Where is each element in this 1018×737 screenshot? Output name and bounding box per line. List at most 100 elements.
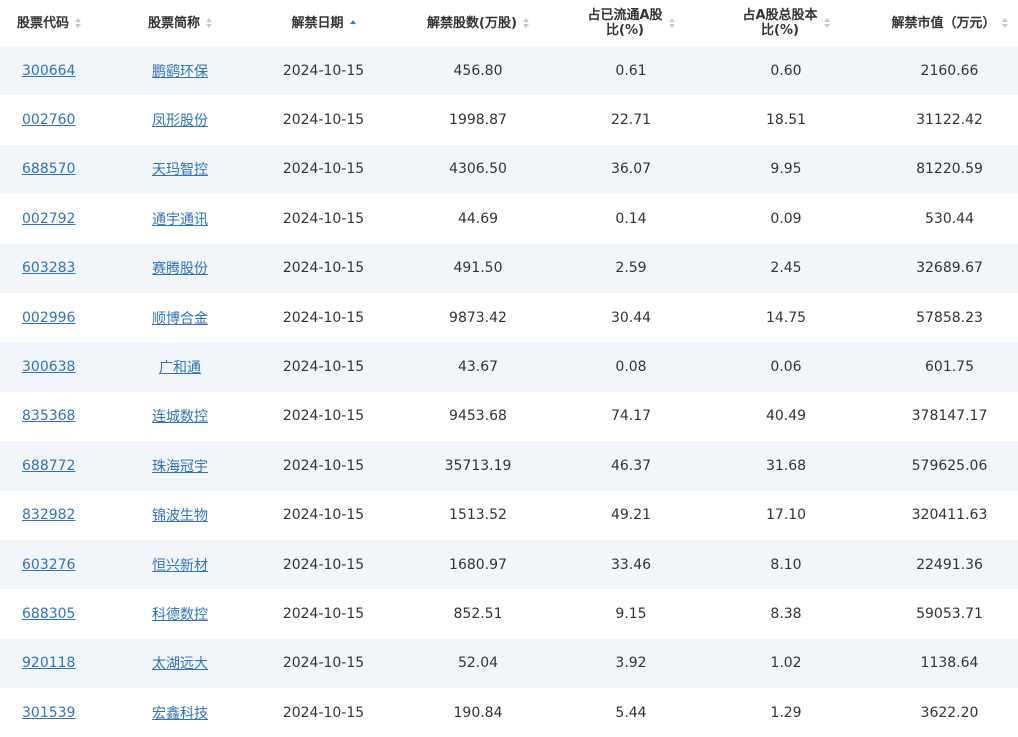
cell-stock-code: 835368 (0, 392, 98, 441)
cell-float-ratio: 5.44 (615, 704, 647, 721)
sort-arrows-icon[interactable] (823, 16, 830, 30)
cell-total-ratio: 14.75 (765, 309, 807, 326)
table-row: 920118 太湖远大 2024-10-15 52.04 3.92 1.02 1138.64 (0, 638, 1018, 689)
cell-stock-code: 002760 (0, 95, 98, 144)
cell-float-ratio: 30.44 (610, 309, 652, 326)
cell-total-ratio: 2.45 (770, 260, 802, 277)
cell-unlock-shares: 9453.68 (449, 408, 507, 425)
stock-code-link[interactable]: 920118 (22, 655, 75, 671)
table-row: 835368 连城数控 2024-10-15 9453.68 74.17 40.49 378… (0, 391, 1018, 442)
cell-float-ratio: 0.61 (615, 62, 647, 79)
column-header-unlock-shares[interactable]: 解禁股数(万股) (385, 0, 571, 46)
cell-unlock-value: 2160.66 (920, 62, 979, 79)
cell-unlock-shares: 491.50 (453, 260, 503, 277)
stock-name-link[interactable]: 凤形股份 (152, 113, 208, 129)
column-header-line: 占A股总股本 (742, 8, 818, 23)
sort-arrows-icon[interactable] (522, 16, 529, 30)
cell-stock-name: 顺博合金 (98, 293, 262, 342)
cell-stock-code: 002996 (0, 293, 98, 342)
table-row: 301539 宏鑫科技 2024-10-15 190.84 5.44 1.29 3622.2… (0, 688, 1018, 737)
stock-name-link[interactable]: 鹏鹞环保 (152, 64, 208, 80)
column-header-total-ratio[interactable]: 占A股总股本 比(%) (691, 0, 881, 46)
stock-code-link[interactable]: 688570 (22, 161, 75, 177)
table-header: 股票代码 股票简称 解禁日期 解禁股数(万股) 占已流通A股 比(%) 占A股总… (0, 0, 1018, 46)
stock-code-link[interactable]: 603283 (22, 260, 75, 276)
cell-unlock-shares: 35713.19 (444, 457, 512, 474)
sort-arrows-icon[interactable] (75, 16, 81, 30)
table-row: 002996 顺博合金 2024-10-15 9873.42 30.44 14.75 578… (0, 292, 1018, 343)
cell-unlock-date: 2024-10-15 (282, 556, 365, 573)
cell-stock-name: 科德数控 (98, 589, 262, 638)
cell-unlock-value: 579625.06 (911, 457, 988, 474)
stock-code-link[interactable]: 688305 (22, 606, 75, 622)
column-header-label: 解禁股数(万股) (427, 15, 517, 31)
stock-name-link[interactable]: 广和通 (159, 360, 201, 376)
cell-unlock-date: 2024-10-15 (282, 507, 365, 524)
sort-arrows-icon[interactable] (1001, 16, 1008, 30)
column-header-unlock-date[interactable]: 解禁日期 (262, 0, 385, 46)
cell-stock-name: 恒兴新材 (98, 540, 262, 589)
cell-stock-name: 广和通 (98, 342, 262, 391)
cell-unlock-value: 59053.71 (916, 605, 983, 622)
cell-unlock-value: 81220.59 (916, 161, 983, 178)
cell-stock-name: 赛腾股份 (98, 244, 262, 293)
cell-float-ratio: 2.59 (615, 260, 647, 277)
column-header-stock-code[interactable]: 股票代码 (0, 0, 98, 46)
stock-name-link[interactable]: 顺博合金 (152, 311, 208, 327)
stock-name-link[interactable]: 科德数控 (152, 607, 208, 623)
stock-code-link[interactable]: 002996 (22, 310, 75, 326)
cell-unlock-shares: 1513.52 (449, 507, 507, 524)
stock-name-link[interactable]: 宏鑫科技 (152, 706, 208, 722)
stock-code-link[interactable]: 603276 (22, 557, 75, 573)
cell-float-ratio: 33.46 (610, 556, 652, 573)
sort-arrows-icon[interactable] (668, 16, 675, 30)
cell-unlock-date: 2024-10-15 (282, 62, 365, 79)
cell-unlock-value: 530.44 (925, 210, 974, 227)
stock-code-link[interactable]: 835368 (22, 408, 75, 424)
column-header-unlock-value[interactable]: 解禁市值（万元） (881, 0, 1018, 46)
stock-name-link[interactable]: 锦波生物 (152, 508, 208, 524)
stock-code-link[interactable]: 832982 (22, 507, 75, 523)
cell-float-ratio: 0.14 (615, 210, 647, 227)
stock-name-link[interactable]: 赛腾股份 (152, 261, 208, 277)
cell-stock-name: 连城数控 (98, 392, 262, 441)
cell-float-ratio: 74.17 (610, 408, 652, 425)
column-header-float-ratio[interactable]: 占已流通A股 比(%) (571, 0, 691, 46)
cell-unlock-shares: 1680.97 (449, 556, 507, 573)
cell-stock-code: 300664 (0, 46, 98, 95)
cell-unlock-date: 2024-10-15 (282, 655, 365, 672)
sort-ascending-icon[interactable] (349, 16, 356, 30)
cell-stock-code: 688305 (0, 589, 98, 638)
column-header-stock-name[interactable]: 股票简称 (98, 0, 262, 46)
stock-code-link[interactable]: 688772 (22, 458, 75, 474)
cell-unlock-value: 1138.64 (920, 655, 979, 672)
table-body: 300664 鹏鹞环保 2024-10-15 456.80 0.61 0.60 2160.6… (0, 46, 1018, 737)
stock-code-link[interactable]: 002760 (22, 112, 75, 128)
cell-stock-name: 宏鑫科技 (98, 688, 262, 737)
cell-stock-name: 鹏鹞环保 (98, 46, 262, 95)
stock-name-link[interactable]: 恒兴新材 (152, 558, 208, 574)
stock-name-link[interactable]: 通宇通讯 (152, 212, 208, 228)
cell-unlock-date: 2024-10-15 (282, 704, 365, 721)
stock-code-link[interactable]: 002792 (22, 211, 75, 227)
cell-total-ratio: 9.95 (770, 161, 802, 178)
table-row: 688570 天玛智控 2024-10-15 4306.50 36.07 9.95 8122… (0, 144, 1018, 195)
column-header-label: 股票代码 (16, 15, 69, 31)
stock-name-link[interactable]: 珠海冠宇 (152, 459, 208, 475)
cell-unlock-date: 2024-10-15 (282, 408, 365, 425)
stock-code-link[interactable]: 301539 (22, 705, 75, 721)
stock-name-link[interactable]: 太湖远大 (152, 656, 208, 672)
stock-name-link[interactable]: 天玛智控 (152, 162, 208, 178)
cell-float-ratio: 46.37 (610, 457, 652, 474)
cell-unlock-value: 601.75 (925, 359, 974, 376)
cell-unlock-shares: 52.04 (457, 655, 499, 672)
stock-code-link[interactable]: 300638 (22, 359, 75, 375)
sort-arrows-icon[interactable] (206, 16, 212, 30)
stock-code-link[interactable]: 300664 (22, 63, 75, 79)
cell-unlock-value: 31122.42 (916, 112, 983, 129)
cell-unlock-value: 57858.23 (916, 309, 983, 326)
cell-unlock-shares: 44.69 (457, 210, 499, 227)
column-header-label: 占已流通A股 比(%) (587, 8, 662, 38)
stock-name-link[interactable]: 连城数控 (152, 409, 208, 425)
cell-stock-code: 832982 (0, 491, 98, 540)
